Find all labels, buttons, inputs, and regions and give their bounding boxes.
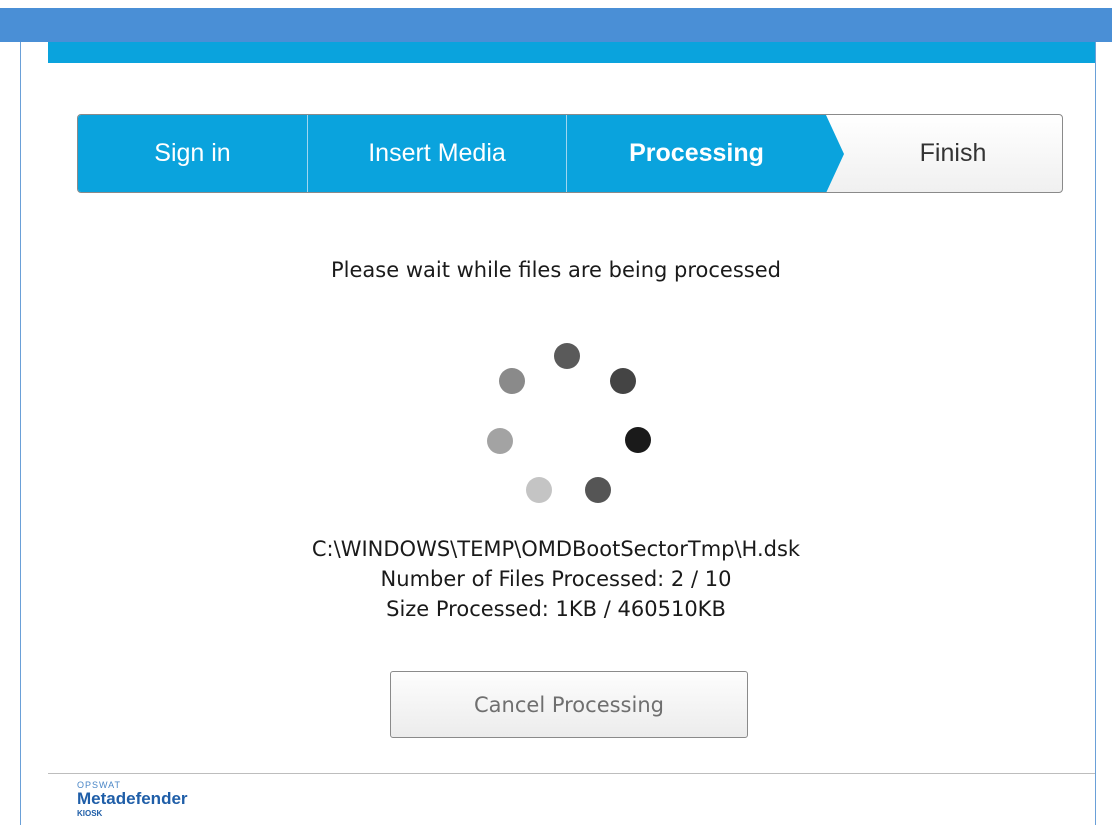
footer-divider	[48, 773, 1095, 774]
progress-steps: Sign in Insert Media Processing Finish	[77, 114, 1063, 193]
cancel-processing-button[interactable]: Cancel Processing	[390, 671, 748, 738]
files-processed-count: Number of Files Processed: 2 / 10	[380, 567, 732, 591]
spinner-dot	[487, 428, 513, 454]
spinner-dot	[554, 343, 580, 369]
logo-product: Metadefender	[77, 789, 188, 808]
kiosk-window: Sign in Insert Media Processing Finish P…	[0, 0, 1112, 825]
spinner-dot	[585, 477, 611, 503]
spinner-dot	[526, 477, 552, 503]
status-message: Please wait while files are being proces…	[331, 258, 781, 282]
header-bar	[48, 42, 1095, 63]
step-arrow-icon	[826, 115, 844, 192]
size-processed: Size Processed: 1KB / 460510KB	[386, 597, 726, 621]
right-border	[1095, 42, 1096, 825]
step-finish: Finish	[919, 139, 987, 167]
metadefender-logo: OPSWAT Metadefender KIOSK	[77, 780, 217, 825]
left-border	[20, 42, 21, 825]
step-insert-media: Insert Media	[368, 139, 506, 167]
step-sign-in: Sign in	[154, 139, 231, 167]
current-file-path: C:\WINDOWS\TEMP\OMDBootSectorTmp\H.dsk	[311, 537, 801, 561]
logo-edition: KIOSK	[77, 809, 103, 818]
spinner-dot	[625, 427, 651, 453]
step-processing: Processing	[629, 139, 764, 167]
spinner-dot	[610, 368, 636, 394]
spinner-dot	[499, 368, 525, 394]
title-strip	[0, 8, 1112, 42]
loading-spinner-icon	[486, 338, 654, 506]
